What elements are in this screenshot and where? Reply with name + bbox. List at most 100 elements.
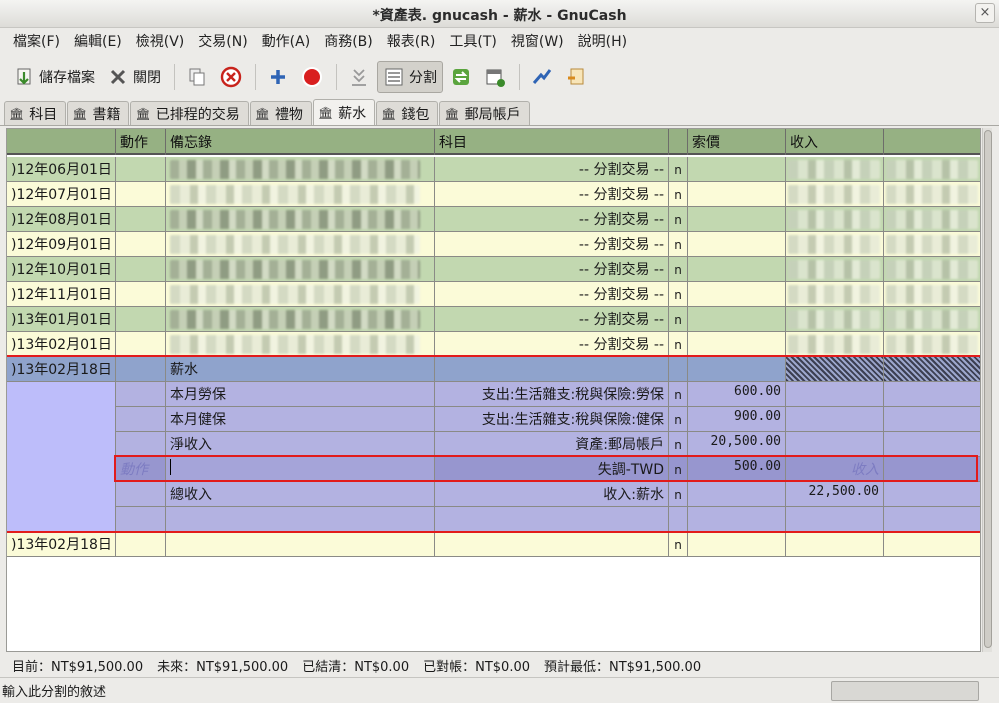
menu-actions[interactable]: 動作(A) — [255, 31, 318, 51]
col-reconcile[interactable] — [669, 129, 688, 155]
menu-view[interactable]: 檢視(V) — [129, 31, 192, 51]
account-cell[interactable]: -- 分割交易 -- — [435, 307, 669, 332]
col-account[interactable]: 科目 — [435, 129, 669, 155]
split-income-cell[interactable]: 收入 — [786, 457, 884, 482]
split-reconcile-cell[interactable]: n — [669, 432, 688, 457]
split-row[interactable]: 淨收入 資產:郵局帳戶 n 20,500.00 — [116, 432, 980, 457]
tab-scheduled-transactions[interactable]: 🏛 已排程的交易 — [130, 101, 249, 125]
reconcile-cell[interactable]: n — [669, 307, 688, 332]
date-cell[interactable]: )12年09月01日 — [7, 232, 116, 257]
description-cell[interactable] — [166, 332, 435, 357]
income-cell[interactable] — [786, 332, 884, 357]
split-account-cell[interactable]: 收入:薪水 — [435, 482, 669, 507]
menu-edit[interactable]: 編輯(E) — [67, 31, 129, 51]
split-action-cell[interactable] — [116, 432, 166, 457]
tab-salary[interactable]: 🏛 薪水 — [312, 99, 376, 125]
split-income-cell[interactable]: 22,500.00 — [786, 482, 884, 507]
account-cell[interactable]: -- 分割交易 -- — [435, 182, 669, 207]
transfer-button[interactable] — [445, 61, 477, 93]
split-reconcile-cell[interactable]: n — [669, 407, 688, 432]
menu-business[interactable]: 商務(B) — [317, 31, 380, 51]
reconcile-cell[interactable]: n — [669, 182, 688, 207]
description-cell[interactable] — [166, 182, 435, 207]
num-cell[interactable] — [116, 182, 166, 207]
num-cell[interactable] — [116, 282, 166, 307]
menu-reports[interactable]: 報表(R) — [380, 31, 443, 51]
income-cell[interactable] — [786, 232, 884, 257]
split-charge-cell[interactable] — [688, 482, 786, 507]
date-cell[interactable]: )13年02月18日 — [7, 357, 116, 382]
account-cell[interactable]: -- 分割交易 -- — [435, 157, 669, 182]
transaction-row[interactable]: )13年01月01日 -- 分割交易 -- n — [7, 307, 980, 332]
split-action-cell[interactable]: 動作 — [116, 457, 166, 482]
split-row[interactable]: 總收入 收入:薪水 n 22,500.00 — [116, 482, 980, 507]
col-charge[interactable]: 索價 — [688, 129, 786, 155]
split-account-cell[interactable]: 失調-TWD — [435, 457, 669, 482]
split-charge-cell[interactable]: 600.00 — [688, 382, 786, 407]
charge-cell[interactable] — [688, 182, 786, 207]
split-income-cell[interactable] — [786, 432, 884, 457]
income-cell[interactable] — [786, 207, 884, 232]
date-cell[interactable]: )12年07月01日 — [7, 182, 116, 207]
col-memo[interactable]: 備忘錄 — [166, 129, 435, 155]
balance-cell[interactable] — [884, 257, 980, 282]
tab-post-office-account[interactable]: 🏛 郵局帳戶 — [439, 101, 530, 125]
split-income-cell[interactable] — [786, 407, 884, 432]
delete-transaction-button[interactable] — [215, 61, 247, 93]
col-action[interactable]: 動作 — [116, 129, 166, 155]
save-button[interactable]: 儲存檔案 — [8, 61, 100, 93]
balance-cell[interactable] — [884, 282, 980, 307]
charge-cell[interactable] — [688, 207, 786, 232]
split-memo-input[interactable] — [166, 457, 435, 482]
split-account-cell[interactable]: 支出:生活雜支:稅與保險:勞保 — [435, 382, 669, 407]
current-transaction-row[interactable]: )13年02月18日 薪水 — [7, 357, 980, 382]
tab-books[interactable]: 🏛 書籍 — [67, 101, 130, 125]
description-cell[interactable] — [166, 257, 435, 282]
balance-cell[interactable] — [884, 532, 980, 557]
transaction-row[interactable]: )13年02月01日 -- 分割交易 -- n — [7, 332, 980, 357]
col-extra[interactable] — [884, 129, 980, 155]
split-account-cell[interactable] — [435, 507, 669, 532]
income-cell[interactable] — [786, 532, 884, 557]
description-cell[interactable] — [166, 282, 435, 307]
split-charge-cell[interactable]: 20,500.00 — [688, 432, 786, 457]
split-transaction-button[interactable]: 分割 — [377, 61, 443, 93]
split-charge-cell[interactable] — [688, 507, 786, 532]
cancel-transaction-button[interactable] — [296, 61, 328, 93]
description-cell[interactable] — [166, 232, 435, 257]
menu-windows[interactable]: 視窗(W) — [504, 31, 571, 51]
date-cell[interactable]: )12年06月01日 — [7, 157, 116, 182]
empty-split-row[interactable] — [116, 507, 980, 532]
close-window-button[interactable]: × — [975, 3, 995, 23]
split-reconcile-cell[interactable]: n — [669, 382, 688, 407]
menu-tools[interactable]: 工具(T) — [442, 31, 503, 51]
transaction-row[interactable]: )12年11月01日 -- 分割交易 -- n — [7, 282, 980, 307]
edit-account-button[interactable] — [560, 61, 592, 93]
split-action-cell[interactable] — [116, 507, 166, 532]
date-cell[interactable]: )13年01月01日 — [7, 307, 116, 332]
income-cell[interactable] — [786, 282, 884, 307]
num-cell[interactable] — [116, 532, 166, 557]
close-tab-button[interactable]: 關閉 — [102, 61, 166, 93]
description-cell[interactable]: 薪水 — [166, 357, 435, 382]
split-action-cell[interactable] — [116, 482, 166, 507]
split-action-cell[interactable] — [116, 407, 166, 432]
split-charge-cell[interactable]: 500.00 — [688, 457, 786, 482]
balance-cell[interactable] — [884, 307, 980, 332]
col-income[interactable]: 收入 — [786, 129, 884, 155]
split-memo-cell[interactable] — [166, 507, 435, 532]
scrollbar-thumb[interactable] — [984, 130, 992, 648]
description-cell[interactable] — [166, 157, 435, 182]
charge-cell[interactable] — [688, 232, 786, 257]
split-memo-cell[interactable]: 本月勞保 — [166, 382, 435, 407]
split-reconcile-cell[interactable]: n — [669, 482, 688, 507]
reconcile-cell[interactable]: n — [669, 257, 688, 282]
charge-cell[interactable] — [688, 332, 786, 357]
blank-transaction-row[interactable]: )13年02月18日 n — [7, 532, 980, 557]
charge-cell[interactable] — [688, 282, 786, 307]
transaction-row[interactable]: )12年09月01日 -- 分割交易 -- n — [7, 232, 980, 257]
num-cell[interactable] — [116, 357, 166, 382]
charge-cell[interactable] — [688, 157, 786, 182]
charge-cell[interactable] — [688, 532, 786, 557]
income-cell[interactable] — [786, 257, 884, 282]
